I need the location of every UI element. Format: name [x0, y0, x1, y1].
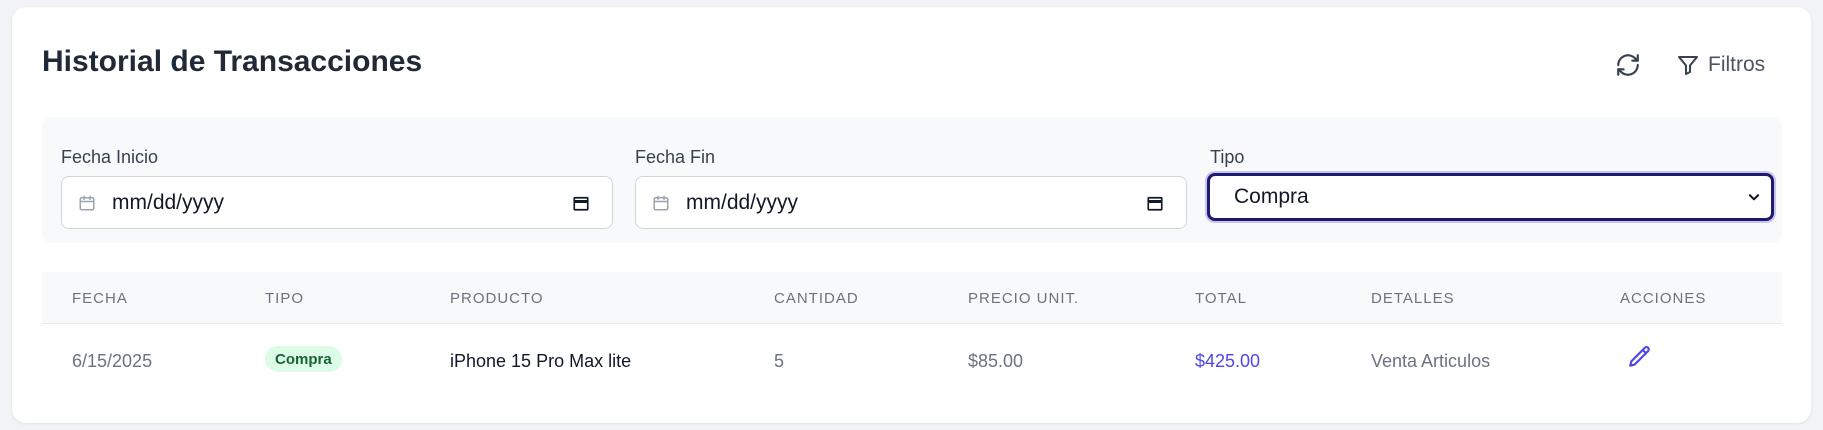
column-header-total: TOTAL: [1195, 290, 1247, 307]
type-badge: Compra: [265, 346, 342, 372]
column-header-type: TIPO: [265, 290, 305, 307]
end-date-value: mm/dd/yyyy: [686, 190, 799, 214]
type-select-value: Compra: [1234, 185, 1309, 208]
type-label: Tipo: [1210, 147, 1245, 167]
cell-total: $425.00: [1195, 351, 1261, 371]
cell-quantity: 5: [774, 351, 785, 371]
transactions-card: Historial de Transacciones Filtros Fecha…: [12, 7, 1811, 423]
filters-label: Filtros: [1708, 53, 1766, 76]
cell-unit-price: $85.00: [968, 351, 1024, 371]
column-header-unit-price: PRECIO UNIT.: [968, 290, 1080, 307]
chevron-down-icon: [1747, 190, 1761, 204]
refresh-icon: [1617, 54, 1639, 76]
type-select[interactable]: Compra: [1207, 173, 1774, 221]
edit-button[interactable]: [1627, 344, 1653, 370]
cell-date: 6/15/2025: [72, 351, 153, 371]
column-header-date: FECHA: [72, 290, 128, 307]
column-header-actions: ACCIONES: [1620, 290, 1707, 307]
transactions-table: FECHA TIPO PRODUCTO CANTIDAD PRECIO UNIT…: [42, 272, 1782, 396]
column-header-quantity: CANTIDAD: [774, 290, 859, 307]
start-date-input[interactable]: mm/dd/yyyy: [61, 176, 613, 229]
end-date-input[interactable]: mm/dd/yyyy: [635, 176, 1187, 229]
cell-details: Venta Articulos: [1371, 351, 1491, 371]
calendar-icon: [652, 194, 670, 212]
start-date-label: Fecha Inicio: [61, 147, 159, 167]
edit-icon: [1629, 346, 1650, 367]
calendar-icon: [78, 194, 96, 212]
calendar-picker-icon[interactable]: [1146, 194, 1164, 212]
calendar-picker-icon[interactable]: [572, 194, 590, 212]
start-date-value: mm/dd/yyyy: [112, 190, 225, 214]
filters-button[interactable]: Filtros: [1676, 47, 1765, 83]
refresh-button[interactable]: [1610, 47, 1646, 83]
page-title: Historial de Transacciones: [42, 45, 423, 78]
column-header-product: PRODUCTO: [450, 290, 544, 307]
table-header: FECHA TIPO PRODUCTO CANTIDAD PRECIO UNIT…: [42, 272, 1782, 324]
filter-icon: [1678, 56, 1698, 75]
table-row: 6/15/2025 Compra iPhone 15 Pro Max lite …: [42, 324, 1782, 396]
end-date-label: Fecha Fin: [635, 147, 716, 167]
column-header-details: DETALLES: [1371, 290, 1455, 307]
filter-panel: Fecha Inicio mm/dd/yyyy Fecha Fin mm/dd/…: [42, 117, 1782, 243]
cell-product: iPhone 15 Pro Max lite: [450, 351, 632, 371]
